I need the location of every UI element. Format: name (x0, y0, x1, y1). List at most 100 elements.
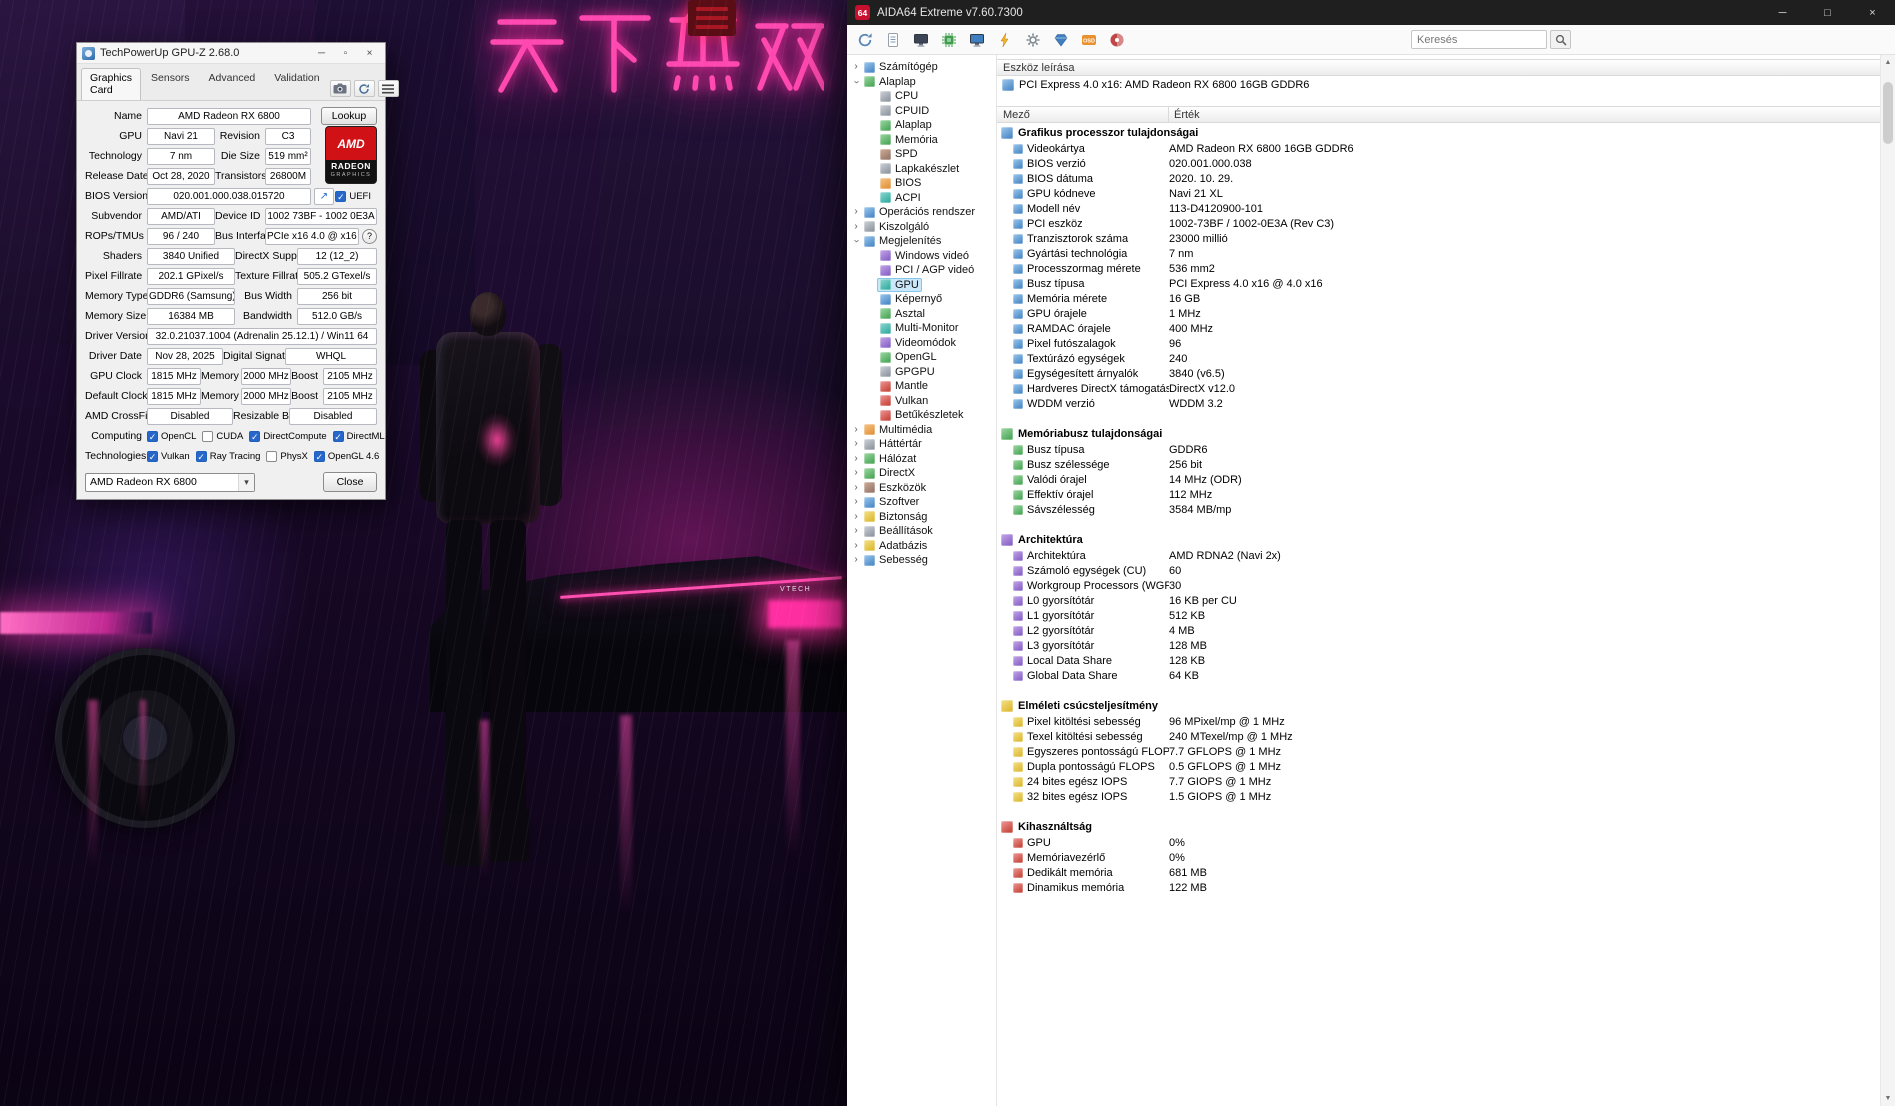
aida-field-row[interactable]: 32 bites egész IOPS 1.5 GIOPS @ 1 MHz (997, 789, 1880, 804)
aida-field-row[interactable]: Effektív órajel 112 MHz (997, 487, 1880, 502)
chevron-down-icon[interactable]: › (851, 77, 862, 87)
system-stability-icon[interactable] (1021, 28, 1045, 52)
aida-field-row[interactable]: L1 gyorsítótár 512 KB (997, 608, 1880, 623)
aida-field-row[interactable]: Workgroup Processors (WGP) 30 (997, 578, 1880, 593)
aida-field-row[interactable]: Sávszélesség 3584 MB/mp (997, 502, 1880, 517)
video-icon[interactable] (965, 28, 989, 52)
aida64-close-button[interactable]: × (1850, 0, 1895, 25)
refresh-icon[interactable] (353, 80, 375, 97)
aida64-titlebar[interactable]: 64 AIDA64 Extreme v7.60.7300 ─ □ × (847, 0, 1895, 25)
tree-item-directx[interactable]: › DirectX (847, 466, 996, 481)
chevron-right-icon[interactable]: › (851, 439, 861, 449)
section-header-kihasznaltsag[interactable]: Kihasználtság (997, 819, 1880, 835)
aida-field-row[interactable]: Textúrázó egységek 240 (997, 351, 1880, 366)
tree-item-biztonsag[interactable]: › Biztonság (847, 510, 996, 525)
gpu-select-dropdown[interactable]: AMD Radeon RX 6800 ▾ (85, 472, 255, 492)
tree-item-lapkakeszlet[interactable]: Lapkakészlet (847, 162, 996, 177)
chevron-right-icon[interactable]: › (851, 468, 861, 478)
tab-advanced[interactable]: Advanced (200, 68, 265, 100)
aida-field-row[interactable]: WDDM verzió WDDM 3.2 (997, 396, 1880, 411)
checkbox-uefi[interactable]: ✓ UEFI (335, 190, 371, 202)
chevron-right-icon[interactable]: › (851, 62, 861, 72)
aida-field-row[interactable]: RAMDAC órajele 400 MHz (997, 321, 1880, 336)
aida-field-row[interactable]: Videokártya AMD Radeon RX 6800 16GB GDDR6 (997, 141, 1880, 156)
tree-item-kiszolgalo[interactable]: › Kiszolgáló (847, 220, 996, 235)
aida-field-row[interactable]: L2 gyorsítótár 4 MB (997, 623, 1880, 638)
aida-field-row[interactable]: Pixel kitöltési sebesség 96 MPixel/mp @ 1… (997, 714, 1880, 729)
tree-item-gpgpu[interactable]: GPGPU (847, 365, 996, 380)
column-header-field[interactable]: Mező (997, 107, 1169, 122)
aida-field-row[interactable]: 24 bites egész IOPS 7.7 GIOPS @ 1 MHz (997, 774, 1880, 789)
chevron-right-icon[interactable]: › (851, 453, 861, 464)
scrollbar-track[interactable] (1881, 70, 1895, 1091)
section-header-grafikus-processzor-tulajdonsagai[interactable]: Grafikus processzor tulajdonságai (997, 125, 1880, 141)
tree-item-mantle[interactable]: Mantle (847, 379, 996, 394)
aida-field-row[interactable]: Modell név 113-D4120900-101 (997, 201, 1880, 216)
aida-field-row[interactable]: GPU 0% (997, 835, 1880, 850)
aida-field-row[interactable]: L3 gyorsítótár 128 MB (997, 638, 1880, 653)
aida-field-row[interactable]: Busz szélessége 256 bit (997, 457, 1880, 472)
device-description-header[interactable]: Eszköz leírása (997, 59, 1880, 76)
tree-item-eszkozok[interactable]: › Eszközök (847, 481, 996, 496)
tree-item-kepernyo[interactable]: Képernyő (847, 292, 996, 307)
tree-item-multi-monitor[interactable]: Multi-Monitor (847, 321, 996, 336)
chevron-right-icon[interactable]: › (851, 221, 861, 232)
lookup-button[interactable]: Lookup (321, 107, 377, 125)
aida-field-row[interactable]: Memóriavezérlő 0% (997, 850, 1880, 865)
close-button[interactable]: Close (323, 472, 377, 492)
chevron-right-icon[interactable]: › (851, 540, 861, 551)
tree-item-alaplap[interactable]: › Alaplap (847, 75, 996, 90)
checkbox-ray-tracing[interactable]: ✓ Ray Tracing (195, 450, 260, 462)
memory-benchmark-icon[interactable] (937, 28, 961, 52)
aida-field-row[interactable]: Dupla pontosságú FLOPS 0.5 GFLOPS @ 1 MHz (997, 759, 1880, 774)
scrollbar[interactable]: ▲ ▼ (1880, 55, 1895, 1106)
search-input[interactable] (1411, 30, 1547, 49)
tab-graphics-card[interactable]: Graphics Card (81, 68, 142, 100)
tree-item-bios[interactable]: BIOS (847, 176, 996, 191)
checkbox-directcompute[interactable]: ✓ DirectCompute (249, 430, 327, 442)
aida-field-row[interactable]: Egyszeres pontosságú FLOPS 7.7 GFLOPS @ 1… (997, 744, 1880, 759)
chevron-right-icon[interactable]: › (851, 482, 861, 493)
tree-item-acpi[interactable]: ACPI (847, 191, 996, 206)
diagnostics-icon[interactable] (1049, 28, 1073, 52)
search-button[interactable] (1550, 30, 1571, 49)
osd-icon[interactable]: OSD (1077, 28, 1101, 52)
column-header-value[interactable]: Érték (1169, 107, 1880, 122)
tree-item-pci-agp-video[interactable]: PCI / AGP videó (847, 263, 996, 278)
scroll-down-button[interactable]: ▼ (1881, 1091, 1895, 1106)
aida-field-row[interactable]: L0 gyorsítótár 16 KB per CU (997, 593, 1880, 608)
chevron-right-icon[interactable]: › (851, 424, 861, 435)
aida-field-row[interactable]: GPU órajele 1 MHz (997, 306, 1880, 321)
help-button[interactable]: ? (362, 228, 377, 244)
aida-field-row[interactable]: Memória mérete 16 GB (997, 291, 1880, 306)
chevron-right-icon[interactable]: › (851, 497, 861, 507)
tree-item-megjelenites[interactable]: › Megjelenítés (847, 234, 996, 249)
checkbox-directml[interactable]: ✓ DirectML (332, 430, 385, 442)
gpuz-titlebar[interactable]: TechPowerUp GPU-Z 2.68.0 ─ ▫ × (77, 43, 385, 64)
export-bios-icon[interactable]: ↗ (314, 187, 334, 205)
device-row[interactable]: PCI Express 4.0 x16: AMD Radeon RX 6800 … (997, 76, 1880, 94)
checkbox-vulkan[interactable]: ✓ Vulkan (147, 450, 190, 462)
tree-item-memoria[interactable]: Memória (847, 133, 996, 148)
aida-field-row[interactable]: Számoló egységek (CU) 60 (997, 563, 1880, 578)
aida-field-row[interactable]: Pixel futószalagok 96 (997, 336, 1880, 351)
tree-item-spd[interactable]: SPD (847, 147, 996, 162)
chevron-down-icon[interactable]: › (851, 236, 862, 246)
gpuz-pin-button[interactable]: ▫ (335, 45, 356, 62)
tab-sensors[interactable]: Sensors (142, 68, 199, 100)
tree-item-videomodok[interactable]: Videomódok (847, 336, 996, 351)
checkbox-physx[interactable]: PhysX (266, 450, 308, 462)
aida-field-row[interactable]: Processzormag mérete 536 mm2 (997, 261, 1880, 276)
tree-item-vulkan[interactable]: Vulkan (847, 394, 996, 409)
tree-item-hattertar[interactable]: › Háttértár (847, 437, 996, 452)
scrollbar-thumb[interactable] (1883, 82, 1893, 144)
refresh-icon[interactable] (853, 28, 877, 52)
aida-field-row[interactable]: Local Data Share 128 KB (997, 653, 1880, 668)
section-header-architektura[interactable]: Architektúra (997, 532, 1880, 548)
aida-field-row[interactable]: Architektúra AMD RDNA2 (Navi 2x) (997, 548, 1880, 563)
tree-item-alaplap[interactable]: Alaplap (847, 118, 996, 133)
tree-item-multimedia[interactable]: › Multimédia (847, 423, 996, 438)
checkbox-opengl-4-6[interactable]: ✓ OpenGL 4.6 (313, 450, 379, 462)
aida64-minimize-button[interactable]: ─ (1760, 0, 1805, 25)
aida-field-row[interactable]: Egységesített árnyalók 3840 (v6.5) (997, 366, 1880, 381)
